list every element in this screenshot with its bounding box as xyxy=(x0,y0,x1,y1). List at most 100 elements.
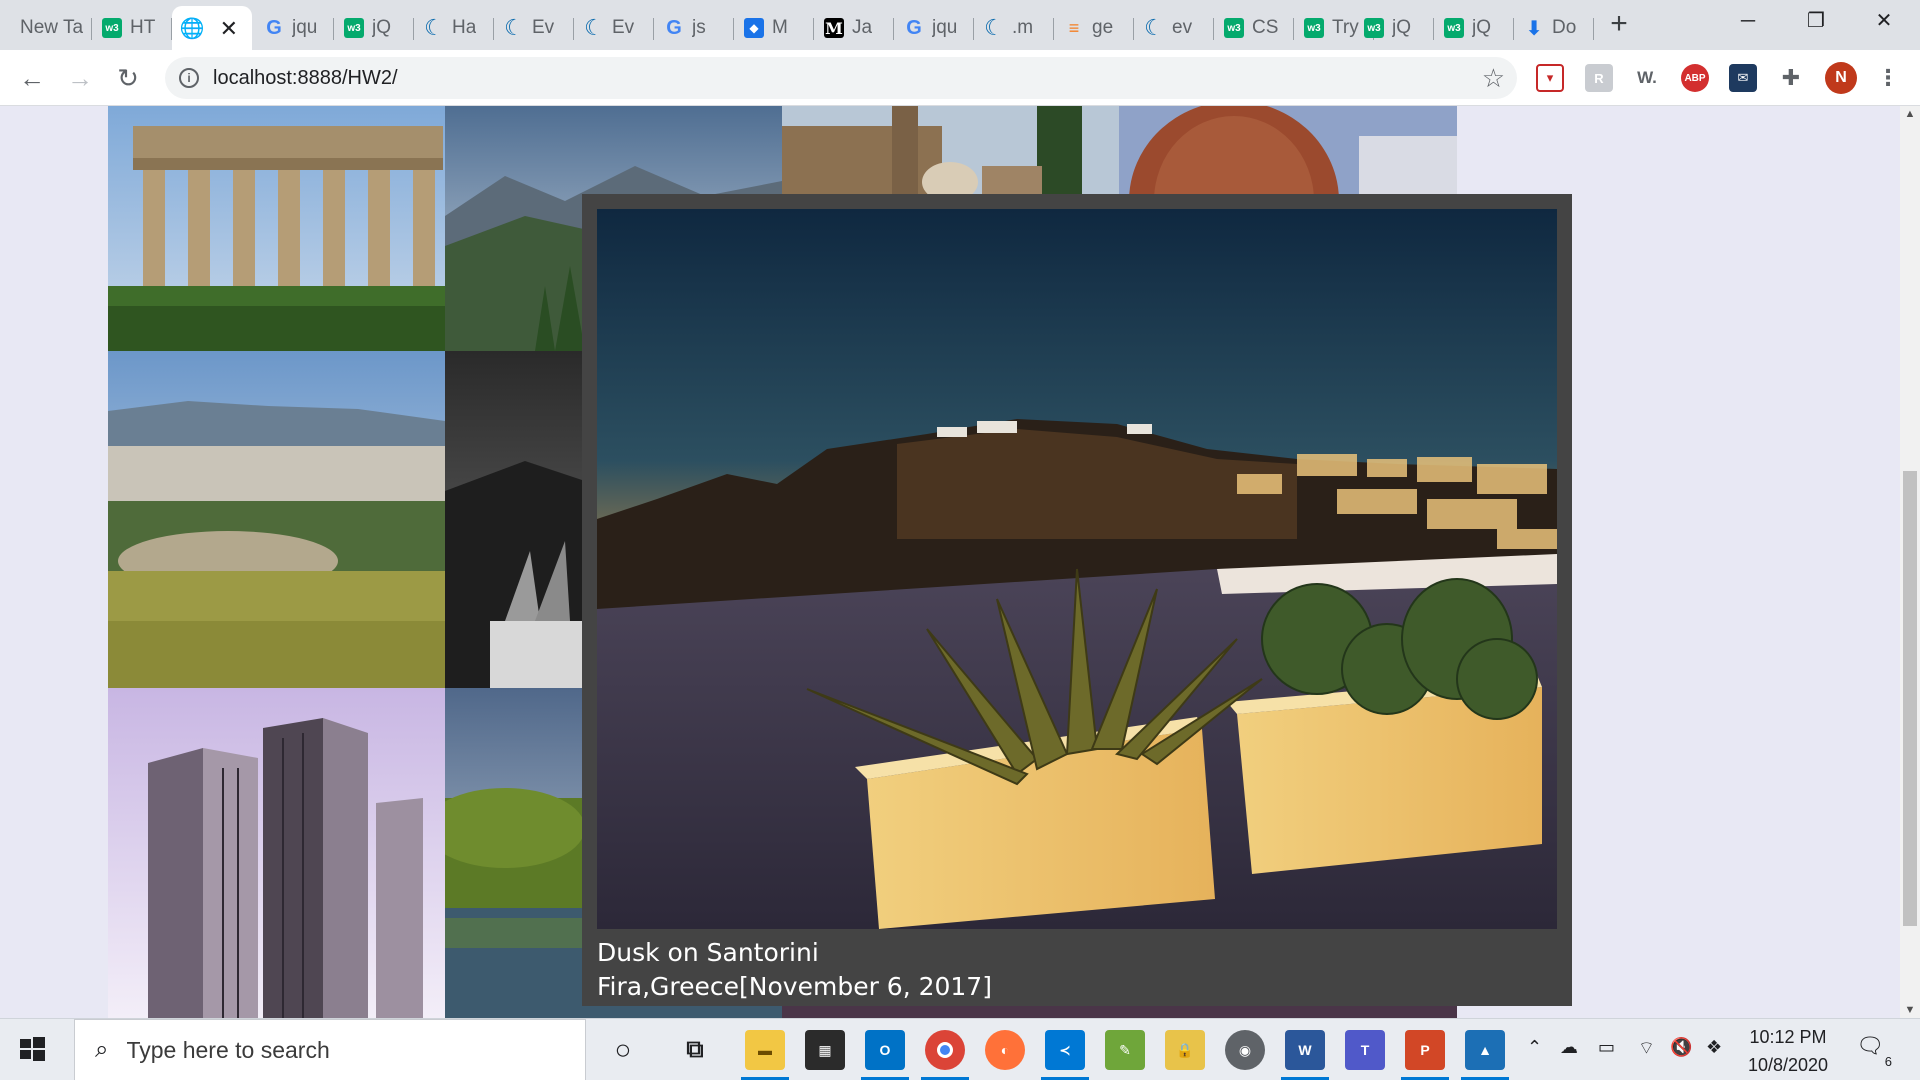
gallery-photo-monastery[interactable] xyxy=(782,106,1119,194)
paint-icon[interactable]: ✎ xyxy=(1105,1030,1145,1070)
microsoft-store-icon[interactable]: ▦ xyxy=(805,1030,845,1070)
battery-icon[interactable]: ▭ xyxy=(1598,1037,1615,1058)
firefox-icon[interactable]: ◐ xyxy=(985,1030,1025,1070)
extension-r-icon[interactable]: R xyxy=(1585,64,1613,92)
tab-active-localhost[interactable]: 🌐 ✕ xyxy=(172,6,252,50)
teams-icon[interactable]: T xyxy=(1345,1030,1385,1070)
url-text: localhost:8888/HW2/ xyxy=(213,66,398,89)
extension-w-icon[interactable]: W. xyxy=(1633,64,1661,92)
chrome-icon[interactable] xyxy=(925,1030,965,1070)
restore-button[interactable]: ❐ xyxy=(1780,0,1852,42)
cortana-icon[interactable]: ○ xyxy=(603,1030,643,1070)
windows-start-icon[interactable] xyxy=(16,1033,48,1065)
windows-taskbar: ⌕ Type here to search ○ ⧉ ▬ ▦ O ◐ ≺ ✎ 🔒 … xyxy=(0,1018,1920,1080)
file-explorer-icon[interactable]: ▬ xyxy=(745,1030,785,1070)
vscode-icon[interactable]: ≺ xyxy=(1045,1030,1085,1070)
notification-count: 6 xyxy=(1884,1054,1892,1069)
profile-avatar[interactable]: N xyxy=(1825,62,1857,94)
gallery-photo-athens-view[interactable] xyxy=(108,351,445,688)
scrollbar-thumb[interactable] xyxy=(1903,471,1917,926)
volume-muted-icon[interactable]: 🔇 xyxy=(1670,1037,1692,1058)
tab-jquery-ev[interactable]: ☾ Ev xyxy=(494,6,574,50)
globe-icon: 🌐 xyxy=(179,17,205,40)
close-tab-icon[interactable]: ✕ xyxy=(220,16,238,42)
tab-title: jQ xyxy=(372,17,391,38)
extension-mail-icon[interactable]: ✉ xyxy=(1729,64,1757,92)
lightbox[interactable]: Dusk on Santorini Fira,Greece[November 6… xyxy=(582,194,1572,1006)
tab-strip: New Ta w3 HT 🌐 ✕ G jqu w3 jQ ☾ Ha ☾ Ev ☾… xyxy=(0,0,1920,50)
gallery-photo-temple[interactable] xyxy=(108,106,445,351)
tab-medium[interactable]: M Ja xyxy=(814,6,894,50)
tab-html[interactable]: w3 HT xyxy=(92,6,172,50)
page-viewport: Dusk on Santorini Fira,Greece[November 6… xyxy=(0,106,1900,1018)
tab-title: M xyxy=(772,17,788,38)
tab-w3-jq[interactable]: w3 jQ xyxy=(334,6,414,50)
browser-toolbar: ← → ↻ i localhost:8888/HW2/ ☆ ▾ R W. ABP… xyxy=(0,50,1920,106)
w3schools-icon: w3 xyxy=(1304,18,1324,38)
scroll-down-arrow[interactable]: ▼ xyxy=(1900,1004,1920,1016)
photos-icon[interactable]: ▲ xyxy=(1465,1030,1505,1070)
outlook-icon[interactable]: O xyxy=(865,1030,905,1070)
tab-jquery-ha[interactable]: ☾ Ha xyxy=(414,6,494,50)
tab-jquery-m[interactable]: ☾ .m xyxy=(974,6,1054,50)
new-tab-button[interactable]: + xyxy=(1603,8,1635,42)
back-button[interactable]: ← xyxy=(14,60,50,96)
tab-w3-jq3[interactable]: w3 jQ xyxy=(1434,6,1514,50)
show-hidden-icons-chevron[interactable]: ⌃ xyxy=(1527,1037,1542,1058)
tab-google-js[interactable]: G js xyxy=(654,6,734,50)
w3schools-icon: w3 xyxy=(1364,18,1384,38)
onedrive-icon[interactable]: ☁ xyxy=(1560,1037,1578,1058)
taskbar-search-box[interactable]: ⌕ Type here to search xyxy=(74,1019,586,1080)
word-icon[interactable]: W xyxy=(1285,1030,1325,1070)
tab-new-tab[interactable]: New Ta xyxy=(10,6,92,50)
tab-mdn[interactable]: ◆ M xyxy=(734,6,814,50)
tab-jquery-ev2[interactable]: ☾ Ev xyxy=(574,6,654,50)
gallery-photo-duomo[interactable] xyxy=(1119,106,1457,194)
jquery-icon: ☾ xyxy=(584,15,604,40)
info-icon[interactable]: i xyxy=(179,68,199,88)
scroll-up-arrow[interactable]: ▲ xyxy=(1900,108,1920,120)
forward-button[interactable]: → xyxy=(62,60,98,96)
bookmark-star-icon[interactable]: ☆ xyxy=(1482,63,1505,94)
extensions-puzzle-icon[interactable]: ✚ xyxy=(1777,64,1805,92)
tab-google-jqu[interactable]: G jqu xyxy=(894,6,974,50)
tab-title: CS xyxy=(1252,17,1279,38)
clock-date[interactable]: 10/8/2020 xyxy=(1740,1055,1836,1076)
tab-stackoverflow[interactable]: ≡ ge xyxy=(1054,6,1134,50)
close-window-button[interactable]: ✕ xyxy=(1848,0,1920,42)
pocket-extension-icon[interactable]: ▾ xyxy=(1536,64,1564,92)
gallery-photo-partial[interactable] xyxy=(782,1006,1457,1018)
task-view-icon[interactable]: ⧉ xyxy=(675,1030,715,1070)
wifi-icon[interactable]: ⌔ xyxy=(1638,1037,1655,1060)
notification-center-icon[interactable]: 🗨 6 xyxy=(1856,1033,1892,1069)
w3schools-icon: w3 xyxy=(1224,18,1244,38)
duomo-image xyxy=(1119,106,1457,194)
w3schools-icon: w3 xyxy=(102,18,122,38)
jquery-icon: ☾ xyxy=(424,15,444,40)
tab-title: jQ xyxy=(1472,17,1491,38)
tab-w3-jq2[interactable]: w3 jQ xyxy=(1354,6,1434,50)
adblock-plus-icon[interactable]: ABP xyxy=(1681,64,1709,92)
menu-kebab-icon[interactable]: ⋮ xyxy=(1874,64,1902,92)
gallery-photo-skyscrapers[interactable] xyxy=(108,688,445,1018)
tab-w3-css[interactable]: w3 CS xyxy=(1214,6,1294,50)
minimize-button[interactable]: ─ xyxy=(1712,0,1784,42)
monastery-image xyxy=(782,106,1119,194)
reload-button[interactable]: ↻ xyxy=(110,60,146,96)
tab-download[interactable]: ⬇ Do xyxy=(1514,6,1594,50)
dropbox-icon[interactable]: ❖ xyxy=(1706,1037,1722,1058)
powerpoint-icon[interactable]: P xyxy=(1405,1030,1445,1070)
medium-icon: M xyxy=(824,18,844,38)
security-lock-icon[interactable]: 🔒 xyxy=(1165,1030,1205,1070)
clock-time[interactable]: 10:12 PM xyxy=(1748,1027,1828,1048)
tab-jquery-ev3[interactable]: ☾ ev xyxy=(1134,6,1214,50)
address-bar[interactable]: i localhost:8888/HW2/ ☆ xyxy=(165,57,1517,99)
page-scrollbar[interactable]: ▲ ▼ xyxy=(1900,106,1920,1018)
mdn-icon: ◆ xyxy=(744,18,764,38)
tab-title: Do xyxy=(1552,17,1577,38)
tab-google-jquery[interactable]: G jqu xyxy=(254,6,334,50)
google-icon: G xyxy=(666,16,682,39)
github-icon[interactable]: ◉ xyxy=(1225,1030,1265,1070)
lightbox-photo[interactable] xyxy=(597,209,1557,929)
tab-title: Ev xyxy=(612,17,635,38)
